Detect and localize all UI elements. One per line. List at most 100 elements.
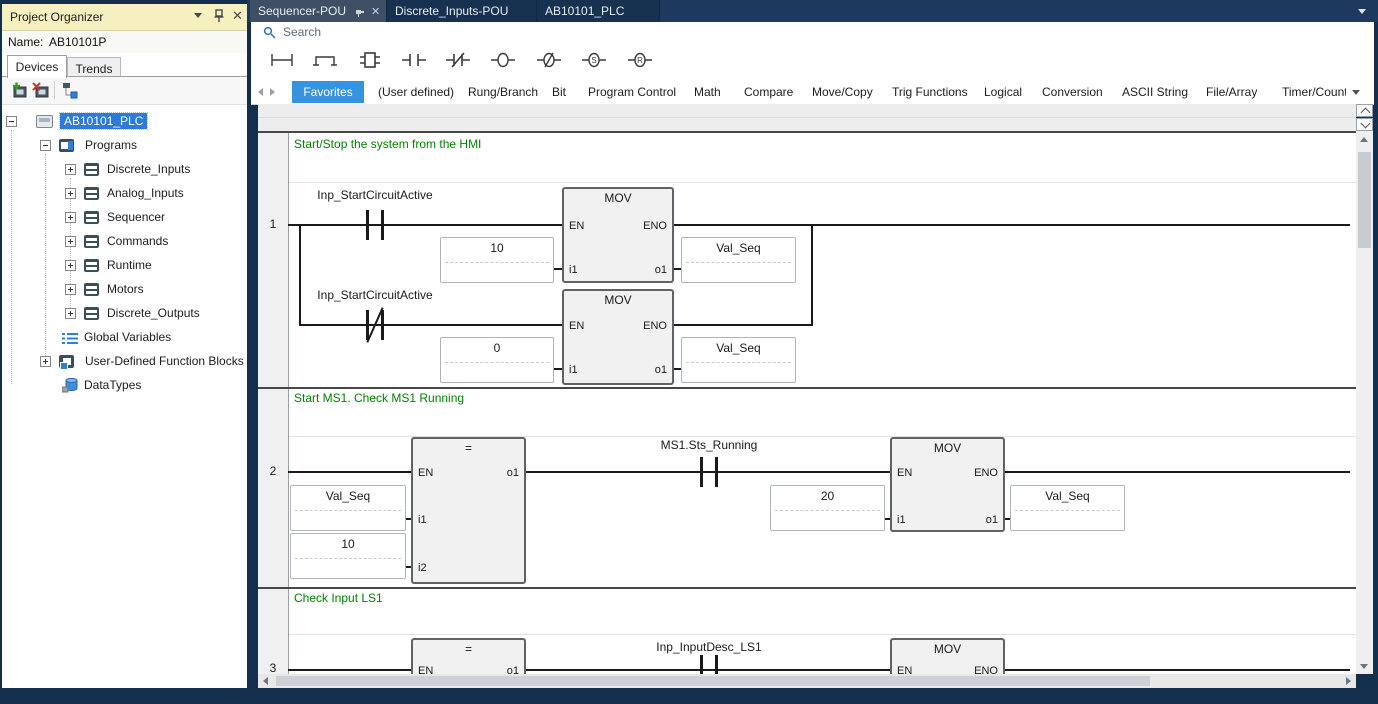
contact-tag-label[interactable]: Inp_InputDesc_LS1	[656, 640, 761, 654]
category-tab-trig-functions[interactable]: Trig Functions	[892, 81, 968, 103]
tree-item-discrete-outputs[interactable]: Discrete_Outputs	[2, 302, 247, 326]
tree-item-programs[interactable]: Programs	[2, 134, 247, 158]
operand-box[interactable]: Val_Seq	[1010, 485, 1125, 531]
scroll-left-button[interactable]	[258, 674, 274, 688]
window-position-dropdown-icon[interactable]	[194, 13, 202, 18]
coil-set-icon[interactable]: S	[581, 50, 607, 70]
tree-item-global-variables[interactable]: Global Variables	[2, 326, 247, 350]
pin-icon[interactable]	[214, 9, 224, 23]
expand-icon[interactable]	[65, 164, 76, 175]
category-tab-timer-counter[interactable]: Timer/Counter	[1282, 81, 1346, 103]
tree-item-commands[interactable]: Commands	[2, 230, 247, 254]
rung-comment[interactable]: Start/Stop the system from the HMI	[294, 137, 481, 151]
category-tab-conversion[interactable]: Conversion	[1042, 81, 1103, 103]
tab-list-dropdown-icon[interactable]	[1358, 9, 1366, 14]
category-tab-move-copy[interactable]: Move/Copy	[812, 81, 873, 103]
category-tab-compare[interactable]: Compare	[744, 81, 793, 103]
vertical-scroll-thumb[interactable]	[1358, 152, 1371, 248]
collapse-toolbox-button[interactable]	[1356, 104, 1373, 117]
expand-icon[interactable]	[65, 284, 76, 295]
horizontal-scroll-thumb[interactable]	[276, 676, 1150, 686]
mov-block[interactable]: MOV EN ENO i1 o1	[890, 437, 1005, 532]
contact-nc[interactable]	[366, 310, 384, 340]
vertical-scrollbar[interactable]	[1356, 131, 1373, 674]
scroll-categories-right-icon[interactable]	[270, 88, 275, 96]
equal-block[interactable]: = EN o1	[411, 638, 526, 674]
operand-box[interactable]: 10	[440, 237, 554, 283]
category-tab-ascii-string[interactable]: ASCII String	[1122, 81, 1188, 103]
coil-reset-icon[interactable]: R	[627, 50, 653, 70]
pin-icon[interactable]	[355, 7, 365, 17]
expand-icon[interactable]	[65, 212, 76, 223]
contact-tag-label[interactable]: MS1.Sts_Running	[661, 438, 758, 452]
tree-item-user-defined-function-blocks[interactable]: User-Defined Function Blocks	[2, 350, 247, 374]
tab-devices[interactable]: Devices	[7, 55, 67, 78]
rung-number[interactable]: 2	[258, 464, 288, 478]
expand-icon[interactable]	[65, 260, 76, 271]
expand-icon[interactable]	[65, 236, 76, 247]
category-tab-bit[interactable]: Bit	[552, 81, 566, 103]
rung-number[interactable]: 3	[258, 661, 288, 675]
search-input[interactable]	[281, 24, 585, 40]
doc-tab-discrete-inputs[interactable]: Discrete_Inputs-POU	[386, 0, 538, 22]
add-device-icon[interactable]	[10, 82, 27, 99]
tree-item-motors[interactable]: Motors	[2, 278, 247, 302]
category-tab-program-control[interactable]: Program Control	[588, 81, 676, 103]
mov-block[interactable]: MOV EN ENO i1 o1	[562, 289, 674, 385]
scroll-up-button[interactable]	[1356, 131, 1373, 148]
tree-item-analog-inputs[interactable]: Analog_Inputs	[2, 182, 247, 206]
scroll-down-button[interactable]	[1356, 657, 1373, 674]
doc-tab-sequencer[interactable]: Sequencer-POU✕	[250, 0, 386, 22]
horizontal-scrollbar[interactable]	[258, 674, 1356, 688]
coil-nc-icon[interactable]	[536, 50, 562, 70]
category-tab-logical[interactable]: Logical	[984, 81, 1022, 103]
contact-no[interactable]	[700, 457, 718, 487]
category-tab-user-defined[interactable]: (User defined)	[378, 81, 454, 103]
operand-box[interactable]: Val_Seq	[681, 237, 796, 283]
category-tab-favorites[interactable]: Favorites	[292, 81, 364, 103]
scroll-right-button[interactable]	[1340, 674, 1356, 688]
tab-trends[interactable]: Trends	[67, 57, 121, 77]
organize-devices-icon[interactable]	[62, 82, 79, 99]
tree-item-datatypes[interactable]: DataTypes	[2, 374, 247, 398]
expand-icon[interactable]	[65, 188, 76, 199]
close-icon[interactable]: ✕	[232, 10, 243, 22]
operand-box[interactable]: 20	[770, 485, 885, 531]
doc-tab-plc[interactable]: AB10101_PLC	[536, 0, 660, 22]
close-icon[interactable]: ✕	[371, 1, 380, 23]
instruction-block-icon[interactable]	[357, 50, 383, 70]
contact-no[interactable]	[700, 655, 718, 674]
scroll-categories-left-icon[interactable]	[258, 88, 263, 96]
tree-item-sequencer[interactable]: Sequencer	[2, 206, 247, 230]
contact-no-icon[interactable]	[401, 50, 427, 70]
mov-block[interactable]: MOV EN ENO	[890, 638, 1005, 674]
contact-nc-icon[interactable]	[445, 50, 471, 70]
branch-icon[interactable]	[312, 50, 338, 70]
tree-item-plc[interactable]: AB10101_PLC	[2, 110, 247, 134]
rung-icon[interactable]	[269, 50, 295, 70]
tree-item-runtime[interactable]: Runtime	[2, 254, 247, 278]
expand-toolbox-button[interactable]	[1356, 118, 1373, 131]
category-tab-rung-branch[interactable]: Rung/Branch	[468, 81, 538, 103]
operand-box[interactable]: Val_Seq	[681, 337, 796, 383]
mov-block[interactable]: MOV EN ENO i1 o1	[562, 187, 674, 283]
expand-icon[interactable]	[40, 356, 51, 367]
rung-number[interactable]: 1	[258, 217, 288, 231]
coil-icon[interactable]	[490, 50, 516, 70]
operand-box[interactable]: 0	[440, 337, 554, 383]
expand-icon[interactable]	[65, 308, 76, 319]
rung-comment[interactable]: Check Input LS1	[294, 591, 383, 605]
rung-comment[interactable]: Start MS1. Check MS1 Running	[294, 391, 464, 405]
category-tab-math[interactable]: Math	[694, 81, 721, 103]
delete-device-icon[interactable]	[32, 82, 49, 99]
operand-box[interactable]: Val_Seq	[290, 485, 406, 531]
collapse-icon[interactable]	[6, 116, 17, 127]
tree-item-discrete-inputs[interactable]: Discrete_Inputs	[2, 158, 247, 182]
operand-box[interactable]: 10	[290, 533, 406, 579]
category-overflow-dropdown-icon[interactable]	[1352, 90, 1360, 95]
category-tab-file-array[interactable]: File/Array	[1206, 81, 1257, 103]
contact-tag-label[interactable]: Inp_StartCircuitActive	[317, 188, 432, 202]
equal-block[interactable]: = EN o1 i1 i2	[411, 437, 526, 584]
collapse-icon[interactable]	[40, 140, 51, 151]
contact-tag-label[interactable]: Inp_StartCircuitActive	[317, 288, 432, 302]
